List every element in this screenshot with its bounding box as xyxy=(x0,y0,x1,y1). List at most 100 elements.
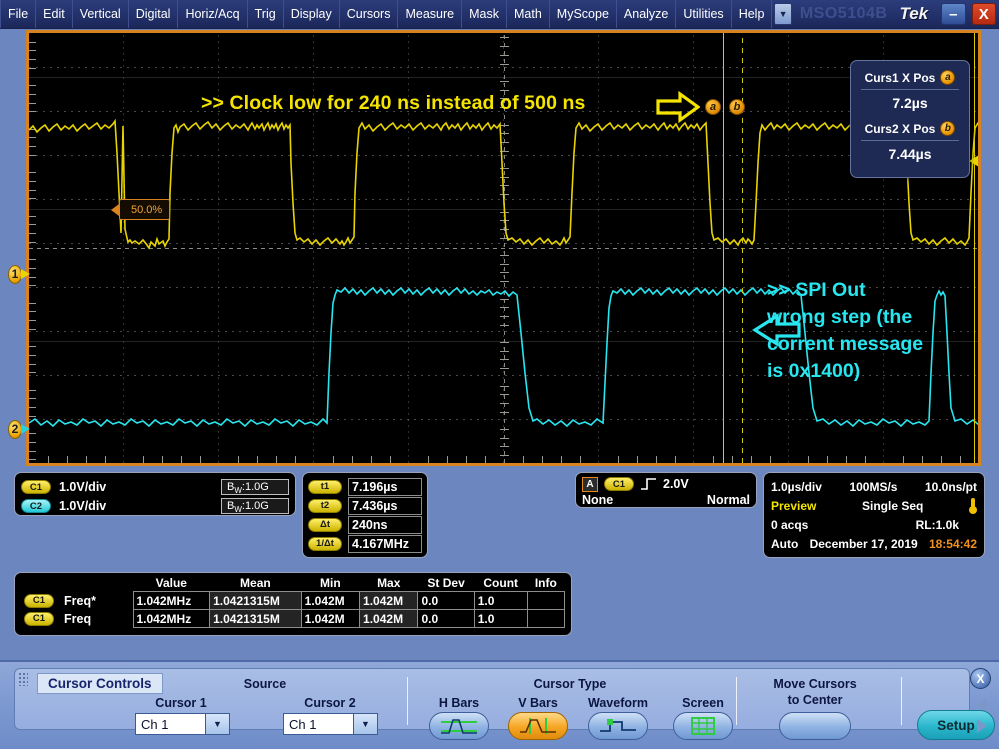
measurement-row2-count: 1.0 xyxy=(473,609,528,628)
cursor-controls-title: Cursor Controls xyxy=(37,673,163,694)
menu-item-help[interactable]: Help xyxy=(732,0,773,28)
drag-grip-icon[interactable] xyxy=(18,672,28,686)
measurement-row2-mean: 1.0421315M xyxy=(209,609,302,628)
measurement-row2-name: Freq xyxy=(64,611,92,626)
divider-move-setup xyxy=(901,677,902,725)
measurement-row2-stdev: 0.0 xyxy=(417,609,475,628)
channel1-settings-row[interactable]: C1 1.0V/div BW:1.0G xyxy=(21,478,289,496)
nav-previous-icon[interactable] xyxy=(977,698,987,712)
close-panel-button[interactable]: X xyxy=(970,668,991,689)
cursor1-readout-value: 7.2µs xyxy=(892,95,928,111)
cursor-controls-bar: Cursor Controls Source Cursor 1 Ch 1 ▼ C… xyxy=(0,660,999,749)
channel1-ground-marker[interactable]: 1 xyxy=(8,264,30,284)
menu-item-analyze[interactable]: Analyze xyxy=(617,0,677,28)
v-bars-button[interactable] xyxy=(508,712,568,740)
trigger-level-value: 2.0V xyxy=(663,477,689,491)
time-per-div-value: 1.0µs/div xyxy=(771,479,822,494)
menu-item-math[interactable]: Math xyxy=(507,0,550,28)
cursor-b-line[interactable] xyxy=(742,33,743,463)
minimize-button[interactable]: – xyxy=(941,3,966,25)
date-value: December 17, 2019 xyxy=(809,536,918,551)
measurement-row1-name: Freq* xyxy=(64,593,96,608)
measurement-header-mean: Mean xyxy=(240,576,271,590)
menu-item-trig[interactable]: Trig xyxy=(248,0,284,28)
cursor-a-line[interactable] xyxy=(723,33,724,463)
cursor-readout-box[interactable]: Curs1 X Pos a 7.2µs Curs2 X Pos b 7.44µs xyxy=(850,60,970,178)
menu-item-myscope[interactable]: MyScope xyxy=(550,0,617,28)
channel1-arrow-icon xyxy=(21,269,30,279)
measurement-header-info: Info xyxy=(534,576,557,590)
measurement-label-header xyxy=(21,575,133,592)
menu-item-cursors[interactable]: Cursors xyxy=(340,0,399,28)
annotation-spi-line1: >> SPI Out xyxy=(767,279,866,301)
cursor-t1-row: t1 7.196µs xyxy=(308,477,422,496)
cursor2-readout-title-row: Curs2 X Pos b xyxy=(851,118,969,140)
channel1-bandwidth-box[interactable]: BW:1.0G xyxy=(221,479,289,495)
menu-item-digital[interactable]: Digital xyxy=(129,0,179,28)
measurement-row2-max: 1.042M xyxy=(359,609,419,628)
channel2-settings-row[interactable]: C2 1.0V/div BW:1.0G xyxy=(21,497,289,515)
table-row[interactable]: C1 Freq 1.042MHz 1.0421315M 1.042M 1.042… xyxy=(21,609,566,628)
cursor-measurement-panel[interactable]: t1 7.196µs t2 7.436µs Δt 240ns 1/Δt 4.16… xyxy=(302,472,428,558)
menu-item-mask[interactable]: Mask xyxy=(462,0,507,28)
channel2-ground-marker[interactable]: 2 xyxy=(8,419,30,439)
menu-item-measure[interactable]: Measure xyxy=(398,0,463,28)
channel-settings-panel[interactable]: C1 1.0V/div BW:1.0G C2 1.0V/div BW:1.0G xyxy=(14,472,296,516)
cursor2-source-select[interactable]: Ch 1 ▼ xyxy=(283,713,378,735)
measurement-header-stdev: St Dev xyxy=(427,576,465,590)
menu-bar: File Edit Vertical Digital Horiz/Acq Tri… xyxy=(0,0,999,29)
waveform-button[interactable] xyxy=(588,712,648,740)
measurement-header-value: Value xyxy=(155,576,187,590)
close-button[interactable]: X xyxy=(971,3,997,25)
waveform-graticule[interactable]: 50.0% >> Clock low for 240 ns instead of… xyxy=(26,30,981,466)
table-row[interactable]: C1 Freq* 1.042MHz 1.0421315M 1.042M 1.04… xyxy=(21,591,566,610)
cursor-t2-value: 7.436µs xyxy=(348,496,422,515)
trigger-holdoff-value: None xyxy=(582,493,614,507)
measurement-table-panel[interactable]: Value Mean Min Max St Dev Count Info C1 … xyxy=(14,572,572,636)
chevron-down-icon[interactable]: ▼ xyxy=(353,714,377,734)
cursor-delta-t-row: Δt 240ns xyxy=(308,515,422,534)
measurement-row1-stdev: 0.0 xyxy=(417,591,475,610)
reference-level-flag[interactable]: 50.0% xyxy=(110,199,171,220)
cursor-delta-t-value: 240ns xyxy=(348,515,422,534)
trigger-thermometer-icon xyxy=(969,497,977,514)
chevron-down-icon[interactable]: ▼ xyxy=(205,714,229,734)
horizontal-timebase-row: 1.0µs/div 100MS/s 10.0ns/pt xyxy=(771,477,977,496)
channel1-scale-value: 1.0V/div xyxy=(59,480,107,494)
divider-type-move xyxy=(736,677,737,725)
screen-button[interactable] xyxy=(673,712,733,740)
waveform-label: Waveform xyxy=(588,696,648,710)
menu-item-utilities[interactable]: Utilities xyxy=(676,0,732,28)
menu-item-vertical[interactable]: Vertical xyxy=(73,0,129,28)
move-cursors-to-center-button[interactable] xyxy=(779,712,851,740)
trigger-panel[interactable]: A C1 2.0V None Normal xyxy=(575,472,757,508)
time-value: 18:54:42 xyxy=(928,536,977,551)
measurement-table-header-row: Value Mean Min Max St Dev Count Info xyxy=(21,575,565,592)
measurement-row1-count: 1.0 xyxy=(473,591,528,610)
cursor1-readout-title-row: Curs1 X Pos a xyxy=(851,67,969,89)
h-bars-label: H Bars xyxy=(438,696,480,710)
menu-item-edit[interactable]: Edit xyxy=(36,0,73,28)
trigger-level-arrow-icon[interactable] xyxy=(969,155,978,167)
menu-item-display[interactable]: Display xyxy=(284,0,340,28)
screen-label: Screen xyxy=(682,696,724,710)
h-bars-button[interactable] xyxy=(429,712,489,740)
measurement-row2-info xyxy=(526,609,566,628)
cursor1-source-select[interactable]: Ch 1 ▼ xyxy=(135,713,230,735)
divider-source-type xyxy=(407,677,408,725)
trigger-mode-value: Normal xyxy=(706,493,750,507)
channel2-bandwidth-box[interactable]: BW:1.0G xyxy=(221,498,289,514)
menu-dropdown-button[interactable]: ▼ xyxy=(774,3,792,25)
menu-item-horiz-acq[interactable]: Horiz/Acq xyxy=(178,0,248,28)
cursor-a-badge[interactable]: a xyxy=(705,99,721,115)
cursor2-label: Cursor 2 xyxy=(304,696,356,710)
cursor2-source-value: Ch 1 xyxy=(289,717,317,732)
channel2-bw-sub: W xyxy=(234,505,242,515)
channel1-trace xyxy=(29,118,978,250)
menu-item-file[interactable]: File xyxy=(0,0,37,28)
horizontal-acquisition-panel[interactable]: 1.0µs/div 100MS/s 10.0ns/pt Preview Sing… xyxy=(763,472,985,558)
nav-next-icon[interactable] xyxy=(977,719,987,733)
v-bars-icon xyxy=(520,718,556,734)
cursor-t2-label: t2 xyxy=(308,498,342,513)
cursor-b-badge[interactable]: b xyxy=(729,99,745,115)
